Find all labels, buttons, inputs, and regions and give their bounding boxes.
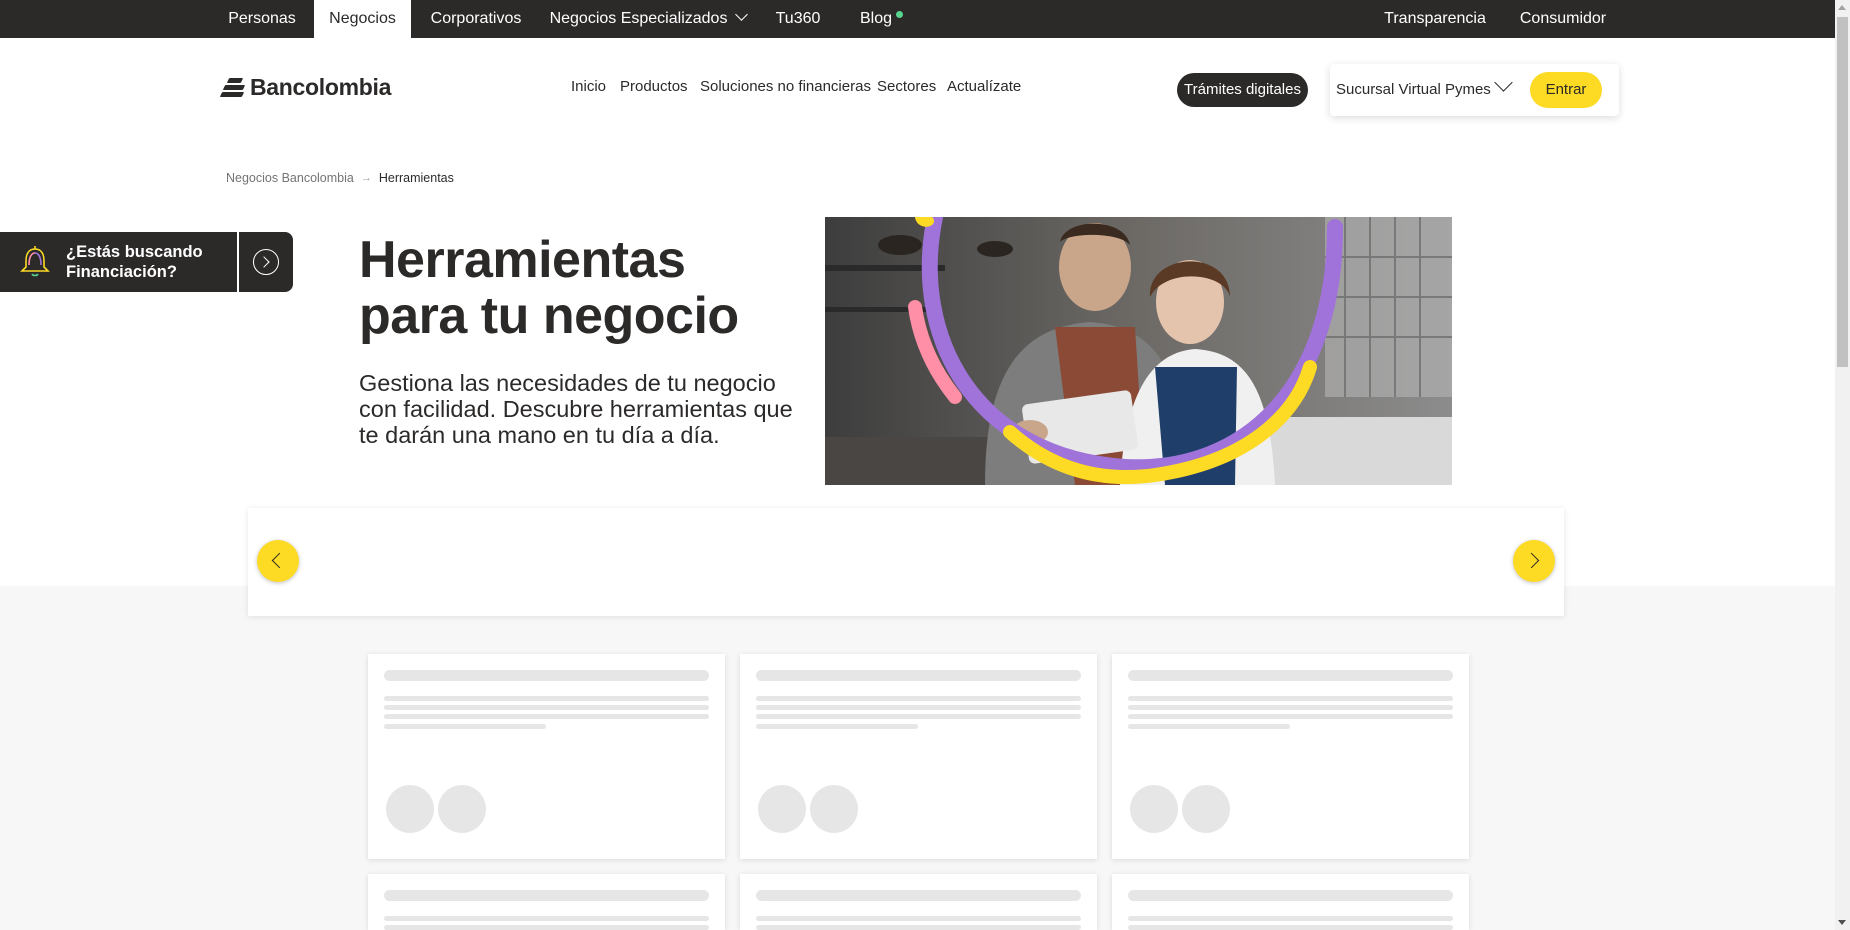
hero-image: [825, 217, 1452, 485]
nav-actualizate[interactable]: Actualízate: [947, 78, 1021, 98]
breadcrumb: Negocios Bancolombia → Herramientas: [226, 171, 454, 185]
link-consumidor[interactable]: Consumidor: [1515, 0, 1611, 38]
page-scrollbar[interactable]: [1835, 0, 1850, 930]
tab-blog-label: Blog: [859, 10, 893, 27]
tab-negocios-especializados-label: Negocios Especializados: [549, 10, 728, 27]
breadcrumb-item-current: Herramientas: [378, 171, 454, 185]
nav-sectores[interactable]: Sectores: [877, 78, 936, 98]
tab-tu360[interactable]: Tu360: [770, 0, 826, 38]
carousel-prev-button[interactable]: [257, 540, 299, 582]
chevron-down-icon: [735, 8, 749, 21]
nav-productos[interactable]: Productos: [620, 78, 688, 98]
tab-personas-label: Personas: [228, 10, 296, 27]
carousel-next-button[interactable]: [1513, 540, 1555, 582]
tab-tu360-label: Tu360: [775, 10, 821, 27]
tab-blog[interactable]: Blog: [851, 0, 901, 38]
logo-text: Bancolombia: [250, 73, 392, 100]
financing-tab[interactable]: ¿Estás buscando Financiación?: [0, 232, 293, 292]
loading-card: [740, 874, 1097, 930]
breadcrumb-item-negocios[interactable]: Negocios Bancolombia: [226, 171, 354, 185]
bancolombia-logo-icon: [219, 76, 246, 98]
new-indicator-dot: [896, 11, 903, 18]
loading-card: [1112, 654, 1469, 859]
sucursal-select[interactable]: Sucursal Virtual Pymes: [1336, 81, 1491, 98]
financing-label: ¿Estás buscando Financiación?: [66, 243, 203, 281]
link-transparencia-label: Transparencia: [1384, 10, 1486, 27]
nav-soluciones-no-financieras[interactable]: Soluciones no financieras: [700, 78, 871, 98]
loading-card: [1112, 874, 1469, 930]
tab-negocios-label: Negocios: [329, 10, 396, 27]
arrow-circle-right-icon: [253, 249, 279, 275]
hero-photo-illustration: [825, 217, 1452, 485]
page-subtitle: Gestiona las necesidades de tu negocio c…: [359, 370, 793, 448]
tramites-digitales-button[interactable]: Trámites digitales: [1177, 73, 1308, 107]
tab-corporativos-label: Corporativos: [430, 10, 522, 27]
loading-card: [368, 874, 725, 930]
tab-personas[interactable]: Personas: [224, 0, 300, 38]
page-title: Herramientas para tu negocio: [359, 231, 739, 345]
financing-tab-main[interactable]: ¿Estás buscando Financiación?: [0, 232, 237, 292]
chevron-down-icon[interactable]: [1494, 73, 1513, 92]
loading-card: [368, 654, 725, 859]
top-navigation-bar: Personas Negocios Corporativos Negocios …: [0, 0, 1835, 38]
nav-inicio[interactable]: Inicio: [571, 78, 606, 98]
tab-negocios[interactable]: Negocios: [314, 0, 411, 38]
bancolombia-logo[interactable]: Bancolombia: [219, 72, 392, 102]
tools-carousel: [248, 508, 1564, 616]
scrollbar-thumb[interactable]: [1837, 17, 1848, 367]
sucursal-login-box: Sucursal Virtual Pymes Entrar: [1330, 64, 1619, 116]
tab-negocios-especializados[interactable]: Negocios Especializados: [548, 0, 749, 38]
scroll-up-arrow-icon[interactable]: [1838, 5, 1846, 10]
entrar-button[interactable]: Entrar: [1530, 72, 1602, 108]
tab-corporativos[interactable]: Corporativos: [425, 0, 527, 38]
arrow-right-icon: →: [360, 172, 372, 184]
link-transparencia[interactable]: Transparencia: [1380, 0, 1490, 38]
bell-icon: [20, 246, 50, 277]
loading-card: [740, 654, 1097, 859]
financing-go-button[interactable]: [239, 232, 293, 292]
link-consumidor-label: Consumidor: [1519, 10, 1607, 27]
scroll-down-arrow-icon[interactable]: [1838, 920, 1846, 925]
